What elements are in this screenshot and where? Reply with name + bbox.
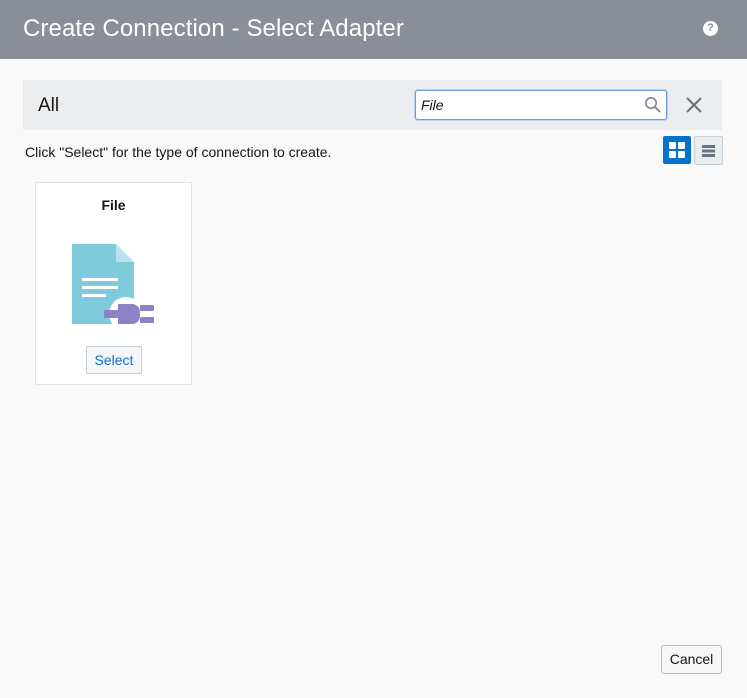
- instructions-text: Click "Select" for the type of connectio…: [25, 144, 332, 160]
- close-icon[interactable]: [685, 96, 703, 114]
- search-icon[interactable]: [644, 96, 661, 113]
- select-button[interactable]: Select: [86, 346, 142, 374]
- filter-bar: All: [23, 80, 722, 130]
- help-icon[interactable]: ?: [703, 21, 718, 36]
- file-adapter-icon: [72, 244, 154, 331]
- adapter-name: File: [101, 197, 126, 213]
- cancel-button[interactable]: Cancel: [661, 645, 722, 674]
- search-input[interactable]: [421, 94, 631, 116]
- grid-view-icon: [669, 142, 685, 158]
- adapter-card-file: File Select: [35, 182, 192, 385]
- grid-view-button[interactable]: [663, 136, 691, 164]
- search-box[interactable]: [415, 90, 667, 120]
- list-view-icon: [702, 145, 715, 157]
- dialog-titlebar: Create Connection - Select Adapter ?: [0, 0, 747, 59]
- dialog-title: Create Connection - Select Adapter: [23, 15, 404, 42]
- filter-label: All: [38, 95, 60, 116]
- list-view-button[interactable]: [694, 136, 723, 165]
